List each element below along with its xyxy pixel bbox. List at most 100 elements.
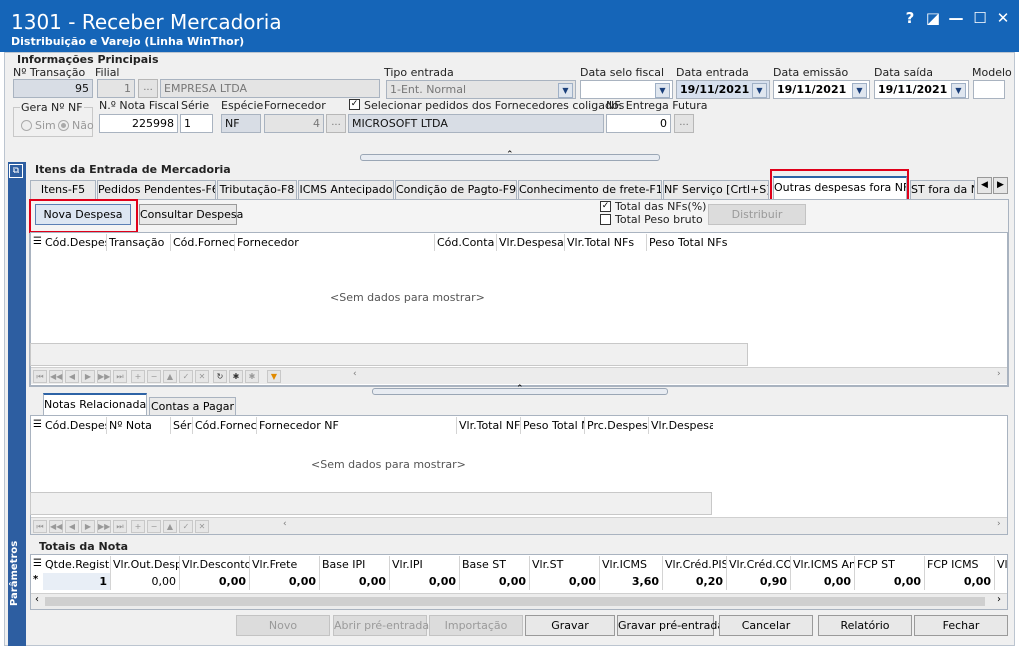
tab-nf-servico[interactable]: NF Serviço [Crtl+S] [663,180,769,199]
tab-st-fora[interactable]: ST fora da N [910,180,975,199]
especie-field[interactable]: NF [221,114,261,133]
maximize-button[interactable]: ☐ [970,9,990,27]
col-header[interactable]: Vlr.ICMS [600,556,663,573]
col-header[interactable]: Vlr.Despesa [649,417,713,434]
importacao-button[interactable]: Importação [429,615,523,636]
data-emissao-field[interactable]: 19/11/2021 ▼ [773,80,870,99]
col-header[interactable]: Prc.Despesa [585,417,649,434]
middle-splitter[interactable]: ⌃ [372,384,668,395]
total-cell[interactable]: 0,00 [925,573,995,590]
col-header[interactable]: Nº Nota [107,417,171,434]
data-selo-field[interactable]: ▼ [580,80,673,99]
scroll-right-icon[interactable]: › [997,519,1001,529]
total-cell[interactable] [995,573,1009,590]
delete-record-icon[interactable]: − [147,520,161,533]
total-cell[interactable]: 0,00 [791,573,855,590]
col-header[interactable]: Séri [171,417,193,434]
scroll-left-icon[interactable]: ‹ [283,519,287,529]
tab-contas-pagar[interactable]: Contas a Pagar [149,397,236,416]
first-record-icon[interactable]: ⏮ [33,520,47,533]
modelo-field[interactable] [973,80,1005,99]
insert-record-icon[interactable]: + [131,520,145,533]
next-page-icon[interactable]: ▶▶ [97,370,111,383]
col-header[interactable]: Transação [107,234,171,251]
scroll-right-icon[interactable]: › [997,369,1001,379]
filter-icon[interactable]: ▼ [267,370,281,383]
col-header[interactable]: Peso Total N [521,417,585,434]
col-header[interactable]: Vl [995,556,1009,573]
nota-field[interactable]: 225998 [99,114,178,133]
nf-entrega-lookup-button[interactable]: ... [674,114,694,133]
edit-record-icon[interactable]: ▲ [163,520,177,533]
fechar-button[interactable]: Fechar [914,615,1008,636]
prev-record-icon[interactable]: ◀ [65,370,79,383]
prev-page-icon[interactable]: ◀◀ [49,520,63,533]
nr-transacao-field[interactable]: 95 [13,79,93,98]
restore-panel-icon[interactable]: ⧉ [9,164,23,178]
col-header[interactable]: Vlr.Total NFs [565,234,647,251]
tab-itens[interactable]: Itens-F5 [30,180,96,199]
col-header[interactable]: Qtde.Registro [43,556,111,573]
total-cell[interactable]: 1 [43,573,111,590]
tab-icms-antecipado[interactable]: ICMS Antecipado [298,180,394,199]
sim-radio[interactable] [21,120,32,131]
total-cell[interactable]: 0,20 [663,573,727,590]
next-record-icon[interactable]: ▶ [81,520,95,533]
col-header[interactable]: Vlr.Créd.CO [727,556,791,573]
col-header[interactable]: Peso Total NFs [647,234,727,251]
gravar-button[interactable]: Gravar [525,615,615,636]
tab-scroll-right-icon[interactable]: ▶ [993,177,1008,194]
cancel-record-icon[interactable]: ✕ [195,370,209,383]
col-header[interactable]: Vlr.Frete [250,556,320,573]
total-cell[interactable]: 0,00 [460,573,530,590]
last-record-icon[interactable]: ⏭ [113,520,127,533]
col-header[interactable]: Base ST [460,556,530,573]
minimize-button[interactable]: — [946,9,966,27]
total-cell[interactable]: 0,00 [320,573,390,590]
col-header[interactable]: Fornecedor [235,234,435,251]
asterisk-icon[interactable]: ✱ [229,370,243,383]
col-header[interactable]: Vlr.IPI [390,556,460,573]
grid-menu-icon[interactable]: ☰ [33,236,42,247]
col-header[interactable]: Fornecedor NF [257,417,457,434]
total-cell[interactable]: 0,00 [530,573,600,590]
prev-record-icon[interactable]: ◀ [65,520,79,533]
col-header[interactable]: Vlr.Total NF [457,417,521,434]
col-header[interactable]: Cód.Despes [43,417,107,434]
totais-scrollbar[interactable]: ‹ › [31,593,1007,609]
total-cell[interactable]: 0,00 [250,573,320,590]
fornecedor-field[interactable]: 4 [264,114,324,133]
abrir-pre-entrada-button[interactable]: Abrir pré-entrada [333,615,429,636]
serie-field[interactable]: 1 [180,114,213,133]
nao-radio[interactable] [58,120,69,131]
cancelar-button[interactable]: Cancelar [719,615,813,636]
relatorio-button[interactable]: Relatório [818,615,912,636]
nf-entrega-field[interactable]: 0 [606,114,671,133]
gravar-pre-entrada-button[interactable]: Gravar pré-entrada [617,615,724,636]
col-header[interactable]: Cód.Fornece [171,234,235,251]
col-header[interactable]: Base IPI [320,556,390,573]
close-button[interactable]: ✕ [993,9,1013,27]
clear-filter-icon[interactable]: ✱ [245,370,259,383]
col-header[interactable]: Vlr.Desconto [180,556,250,573]
col-header[interactable]: Cód.Despes [43,234,107,251]
fornecedor-lookup-button[interactable]: ... [326,114,346,133]
post-record-icon[interactable]: ✓ [179,370,193,383]
filial-lookup-button[interactable]: ... [138,79,158,98]
scroll-right-icon[interactable]: › [997,594,1001,605]
total-cell[interactable]: 0,90 [727,573,791,590]
total-nfs-checkbox[interactable]: ✓ [600,201,611,212]
next-page-icon[interactable]: ▶▶ [97,520,111,533]
col-header[interactable]: Cód.Conta [435,234,497,251]
total-cell[interactable]: 0,00 [111,573,180,590]
help-button[interactable]: ? [900,9,920,27]
total-cell[interactable]: 0,00 [855,573,925,590]
delete-record-icon[interactable]: − [147,370,161,383]
total-cell[interactable]: 0,00 [390,573,460,590]
top-splitter[interactable]: ⌃ [360,150,660,161]
col-header[interactable]: Vlr.ST [530,556,600,573]
col-header[interactable]: Cód.Fornece [193,417,257,434]
tab-tributacao[interactable]: Tributação-F8 [217,180,297,199]
post-record-icon[interactable]: ✓ [179,520,193,533]
tab-pedidos-pendentes[interactable]: Pedidos Pendentes-F6 [97,180,216,199]
